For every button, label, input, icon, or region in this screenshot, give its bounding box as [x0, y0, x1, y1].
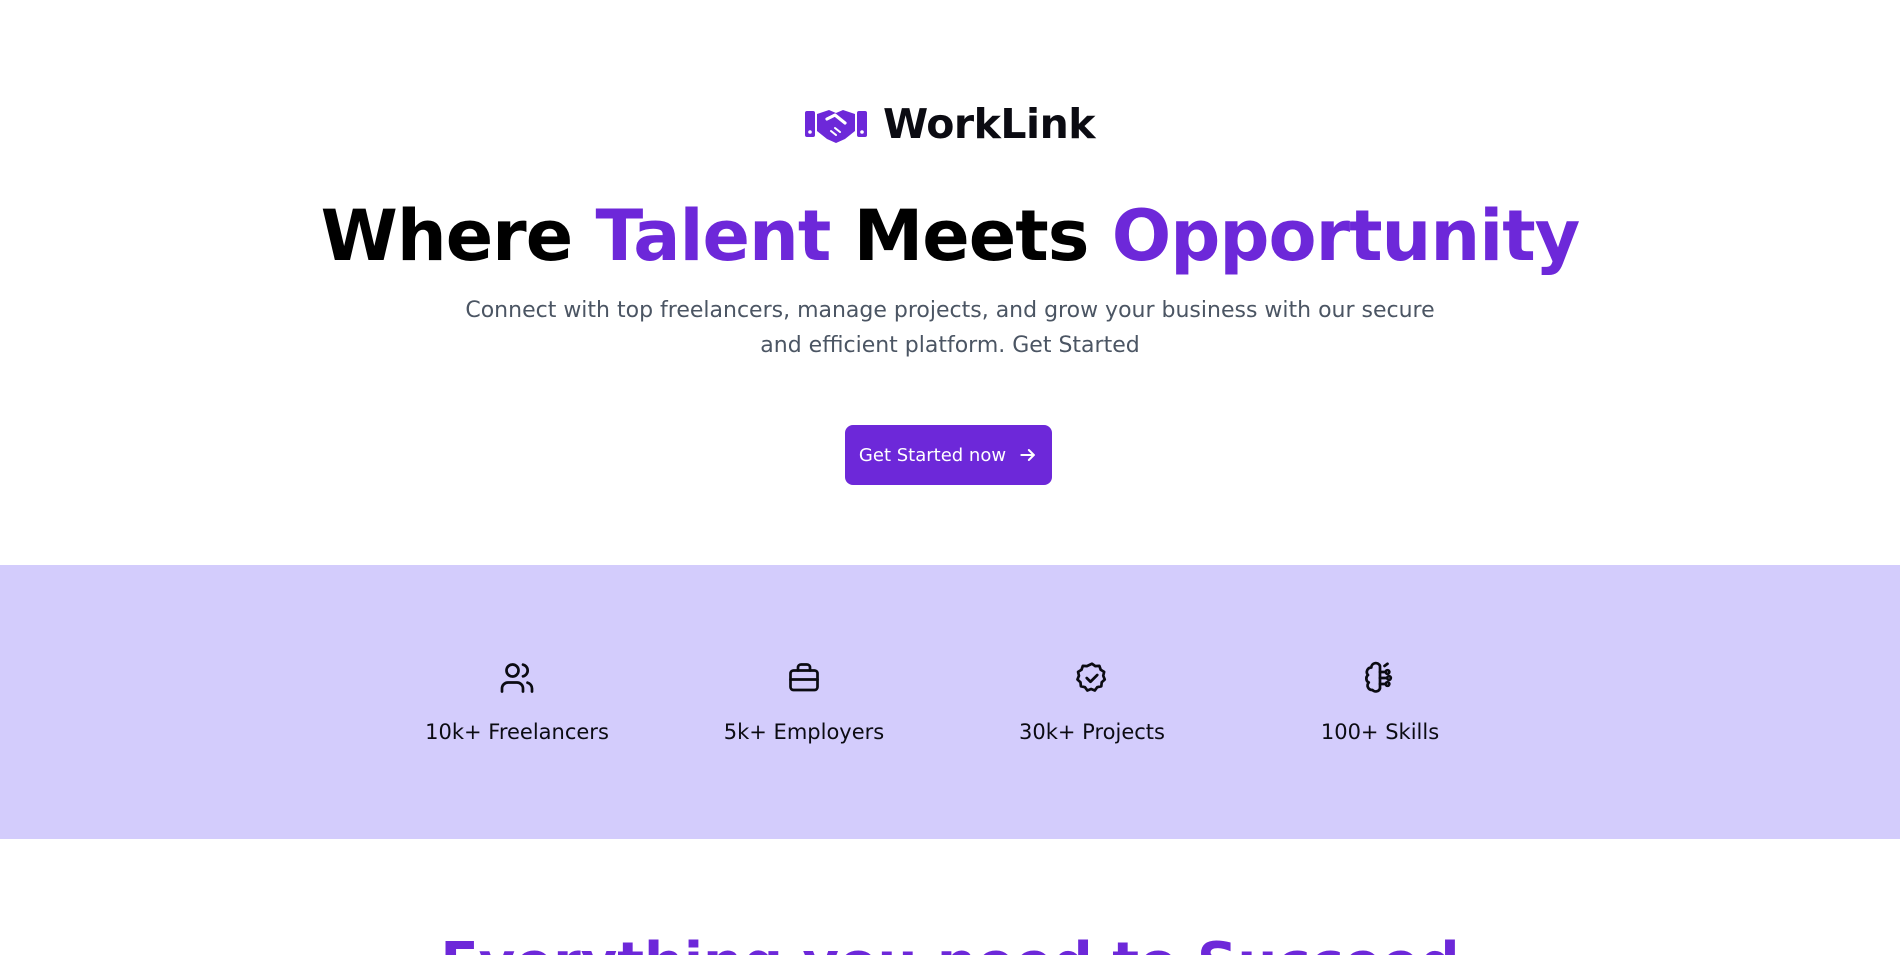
headline-text-meets: Meets [830, 195, 1112, 277]
headline-accent-opportunity: Opportunity [1111, 195, 1581, 277]
stat-label: 100+ Skills [1320, 720, 1440, 744]
headline-text-where: Where [320, 195, 596, 277]
arrow-right-icon [1020, 449, 1035, 461]
users-icon [500, 663, 534, 693]
handshake-icon [804, 110, 867, 143]
stat-label: 5k+ Employers [723, 720, 885, 744]
stat-freelancers: 10k+ Freelancers [397, 660, 637, 744]
features-heading: Everything you need to Succeed [0, 932, 1900, 955]
briefcase-icon [789, 663, 819, 692]
stat-employers: 5k+ Employers [684, 660, 924, 744]
stat-label: 10k+ Freelancers [425, 720, 609, 744]
brand-logo[interactable]: WorkLink [0, 100, 1900, 148]
landing-page: WorkLink Where Talent Meets Opportunity … [0, 0, 1900, 955]
headline-accent-talent: Talent [595, 195, 832, 277]
brain-icon [1364, 661, 1393, 693]
get-started-label: Get Started now [858, 444, 1007, 466]
stat-projects: 30k+ Projects [972, 660, 1212, 744]
brand-name: WorkLink [882, 100, 1096, 148]
stat-skills: 100+ Skills [1260, 660, 1500, 744]
stats-band: 10k+ Freelancers 5k+ Employers 30k+ Proj… [0, 565, 1900, 839]
hero-subtext: Connect with top freelancers, manage pro… [465, 298, 1435, 358]
badge-check-icon [1076, 662, 1107, 692]
hero-headline: Where Talent Meets Opportunity [0, 192, 1900, 280]
hero-section: WorkLink Where Talent Meets Opportunity … [0, 0, 1900, 565]
stat-label: 30k+ Projects [1019, 720, 1165, 744]
get-started-button[interactable]: Get Started now [845, 425, 1052, 485]
